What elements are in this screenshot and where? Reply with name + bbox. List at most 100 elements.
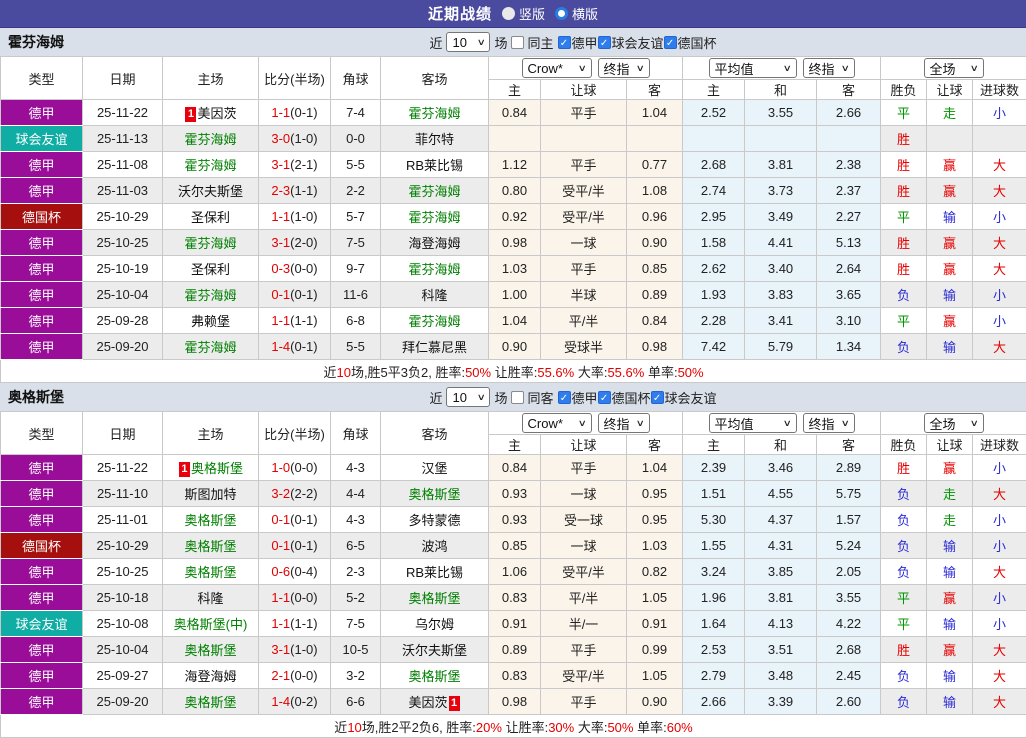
handicap-line [541,126,627,152]
team-name[interactable]: 霍芬海姆 [184,158,236,173]
league-filter[interactable]: ✓球会友谊 [598,33,664,52]
checkbox-checked-icon[interactable]: ✓ [558,36,571,49]
summary-segment: 50% [465,365,491,380]
team-name[interactable]: 科隆 [197,591,223,606]
team-name[interactable]: 奥格斯堡 [184,565,236,580]
home-team-cell: 霍芬海姆 [163,152,259,178]
odds-source-select[interactable]: Crow* ∨ [522,413,592,433]
handicap-home-odds: 0.89 [489,637,541,663]
same-venue-filter[interactable]: 同客 [511,388,553,407]
summary-segment: 55.6% [607,365,644,380]
team-name[interactable]: RB莱比锡 [406,158,463,173]
team-name[interactable]: 海登海姆 [408,236,460,251]
radio-selected-icon[interactable] [502,7,515,20]
layout-vertical-radio[interactable]: 竖版 [502,4,545,23]
handicap-line: 受平/半 [541,178,627,204]
team-name[interactable]: 奥格斯堡 [184,513,236,528]
average-select[interactable]: 平均值 ∨ [709,413,797,433]
competition-type-badge: 德甲 [1,152,83,178]
team-name[interactable]: 奥格斯堡 [184,643,236,658]
result-goals: 小 [973,611,1026,637]
team-name[interactable]: 霍芬海姆 [408,184,460,199]
avg-draw-odds: 3.55 [745,100,817,126]
fulltime-select[interactable]: 全场 ∨ [924,413,984,433]
rank-badge: 1 [449,696,460,711]
halftime-score: (0-1) [290,512,317,527]
checkbox-checked-icon[interactable]: ✓ [558,391,571,404]
match-count-select[interactable]: 10 ∨ [446,387,490,407]
team-name[interactable]: 美因茨 [197,106,236,121]
league-filter[interactable]: ✓德甲 [558,33,598,52]
team-name[interactable]: 圣保利 [191,262,230,277]
checkbox-checked-icon[interactable]: ✓ [664,36,677,49]
result-outcome: 胜 [881,256,927,282]
team-name[interactable]: 奥格斯堡 [184,539,236,554]
team-name[interactable]: 沃尔夫斯堡 [402,643,467,658]
checkbox-checked-icon[interactable]: ✓ [598,36,611,49]
league-filter[interactable]: ✓德甲 [558,388,598,407]
result-handicap: 输 [927,611,973,637]
checkbox-unchecked-icon[interactable] [511,36,524,49]
layout-horizontal-radio[interactable]: 横版 [555,4,598,23]
result-handicap: 赢 [927,308,973,334]
summary-segment: 10 [347,720,361,735]
team-name[interactable]: 弗赖堡 [191,314,230,329]
team-name[interactable]: 海登海姆 [184,669,236,684]
avg-away-odds: 5.13 [817,230,881,256]
team-name[interactable]: 菲尔特 [415,132,454,147]
home-team-cell: 奥格斯堡(中) [163,611,259,637]
odds-time-select[interactable]: 终指 ∨ [598,58,650,78]
result-outcome: 负 [881,559,927,585]
result-goals: 大 [973,178,1026,204]
result-outcome: 负 [881,507,927,533]
avg-away-odds: 3.65 [817,282,881,308]
result-handicap: 输 [927,533,973,559]
checkbox-unchecked-icon[interactable] [511,391,524,404]
team-name[interactable]: RB莱比锡 [406,565,463,580]
league-filter[interactable]: ✓球会友谊 [651,388,717,407]
checkbox-checked-icon[interactable]: ✓ [598,391,611,404]
team-name[interactable]: 奥格斯堡(中) [174,617,248,632]
team-name[interactable]: 奥格斯堡 [184,695,236,710]
team-name[interactable]: 美因茨 [408,695,447,710]
team-name[interactable]: 奥格斯堡 [408,669,460,684]
team-name[interactable]: 汉堡 [421,461,447,476]
handicap-line: 受一球 [541,507,627,533]
team-name[interactable]: 沃尔夫斯堡 [178,184,243,199]
team-name[interactable]: 波鸿 [421,539,447,554]
team-name[interactable]: 霍芬海姆 [408,210,460,225]
average-time-select[interactable]: 终指 ∨ [803,413,855,433]
average-time-select[interactable]: 终指 ∨ [803,58,855,78]
odds-source-select[interactable]: Crow* ∨ [522,58,592,78]
team-name[interactable]: 拜仁慕尼黑 [402,340,467,355]
team-name[interactable]: 斯图加特 [184,487,236,502]
league-filter[interactable]: ✓德国杯 [664,33,717,52]
match-count-select[interactable]: 10 ∨ [446,32,490,52]
odds-time-select[interactable]: 终指 ∨ [598,413,650,433]
team-name[interactable]: 奥格斯堡 [408,591,460,606]
team-name[interactable]: 霍芬海姆 [408,106,460,121]
handicap-home-odds: 0.93 [489,507,541,533]
team-name[interactable]: 科隆 [421,288,447,303]
team-name[interactable]: 霍芬海姆 [408,314,460,329]
team-name[interactable]: 乌尔姆 [415,617,454,632]
radio-unselected-icon[interactable] [555,7,568,20]
team-name[interactable]: 霍芬海姆 [184,340,236,355]
team-name[interactable]: 圣保利 [191,210,230,225]
fulltime-select[interactable]: 全场 ∨ [924,58,984,78]
result-outcome: 胜 [881,152,927,178]
league-filter[interactable]: ✓德国杯 [598,388,651,407]
team-name[interactable]: 多特蒙德 [408,513,460,528]
team-name[interactable]: 奥格斯堡 [191,461,243,476]
average-select[interactable]: 平均值 ∨ [709,58,797,78]
team-name[interactable]: 霍芬海姆 [408,262,460,277]
team-name[interactable]: 霍芬海姆 [184,132,236,147]
rank-badge: 1 [185,107,196,122]
team-name[interactable]: 奥格斯堡 [408,487,460,502]
halftime-score: (1-0) [290,209,317,224]
match-date: 25-11-13 [83,126,163,152]
team-name[interactable]: 霍芬海姆 [184,236,236,251]
same-venue-filter[interactable]: 同主 [511,33,553,52]
checkbox-checked-icon[interactable]: ✓ [651,391,664,404]
team-name[interactable]: 霍芬海姆 [184,288,236,303]
